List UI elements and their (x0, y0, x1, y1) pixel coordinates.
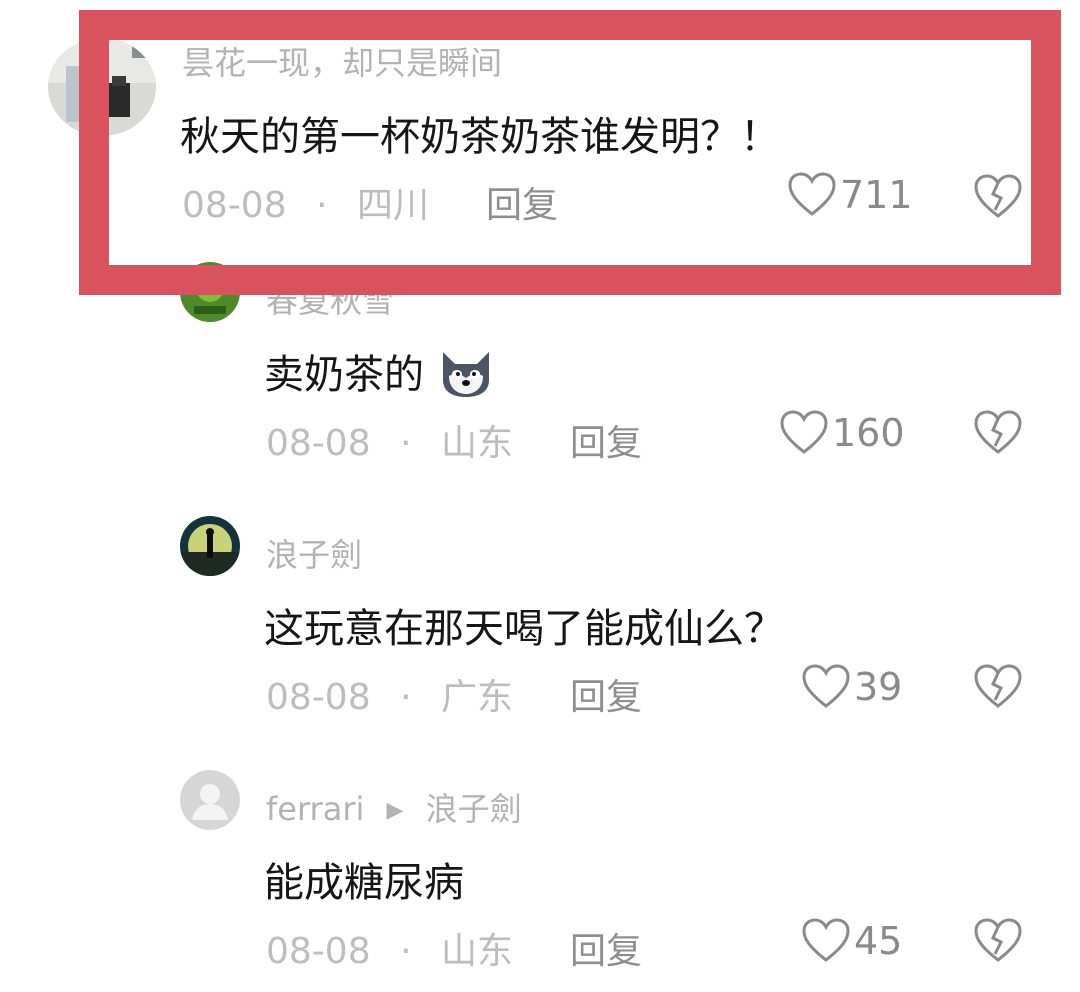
like-heart-icon (802, 664, 850, 710)
highlight-box (79, 10, 1061, 295)
dislike-button[interactable] (974, 410, 1022, 460)
dislike-button[interactable] (974, 664, 1022, 714)
comment-text-value: 卖奶茶的 (264, 352, 424, 398)
like-button[interactable]: 160 (780, 410, 905, 456)
reply-to-username[interactable]: 浪子劍 (426, 790, 522, 828)
comment-location: 广东 (440, 677, 513, 718)
comment-username[interactable]: ferrari (266, 790, 364, 828)
comment-username-row: ferrari ▶ 浪子劍 (266, 784, 522, 830)
dislike-button[interactable] (974, 918, 1022, 968)
comment-username[interactable]: 浪子劍 (266, 530, 362, 576)
comment-text: 能成糖尿病 (264, 860, 464, 906)
like-button[interactable]: 45 (802, 918, 902, 964)
comment-meta: 08-08 · 山东 (266, 414, 513, 466)
comment-text: 卖奶茶的 (264, 342, 495, 408)
reply-button[interactable]: 回复 (570, 668, 642, 720)
like-heart-icon (802, 918, 850, 964)
reply-arrow-icon: ▶ (386, 798, 404, 823)
comment-meta: 08-08 · 广东 (266, 668, 513, 720)
avatar[interactable] (180, 516, 240, 576)
comment-date: 08-08 (266, 677, 371, 718)
comment-text: 这玩意在那天喝了能成仙么？ (264, 606, 784, 652)
default-avatar-icon[interactable] (180, 770, 240, 830)
comment-location: 山东 (440, 931, 513, 972)
meta-dot: · (400, 931, 412, 972)
like-button[interactable]: 39 (802, 664, 902, 710)
comment-location: 山东 (440, 423, 513, 464)
like-count: 160 (832, 411, 905, 455)
comment-date: 08-08 (266, 931, 371, 972)
broken-heart-icon (974, 664, 1022, 714)
like-heart-icon (780, 410, 828, 456)
meta-dot: · (400, 677, 412, 718)
broken-heart-icon (974, 918, 1022, 968)
reply-button[interactable]: 回复 (570, 414, 642, 466)
meta-dot: · (400, 423, 412, 464)
reply-button[interactable]: 回复 (570, 922, 642, 974)
comment-date: 08-08 (266, 423, 371, 464)
like-count: 45 (854, 919, 903, 963)
like-count: 39 (854, 665, 903, 709)
broken-heart-icon (974, 410, 1022, 460)
dog-emoji (437, 346, 495, 408)
avatar-photo (180, 516, 240, 576)
comment-meta: 08-08 · 山东 (266, 922, 513, 974)
